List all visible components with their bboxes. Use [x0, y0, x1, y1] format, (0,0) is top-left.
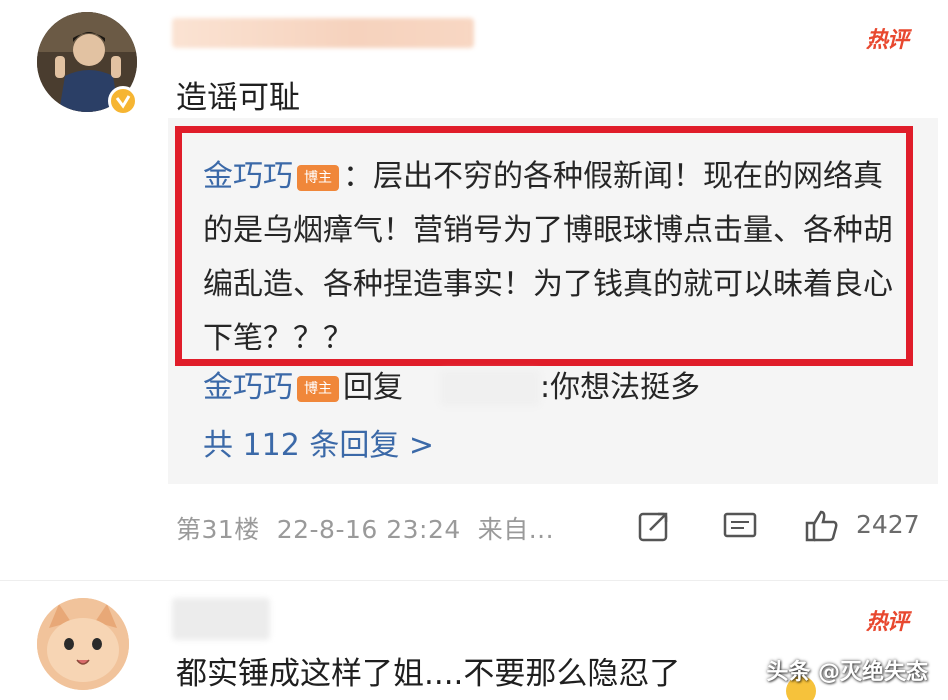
hot-comment-label: 热评 [866, 28, 909, 53]
thumbs-up-icon[interactable] [804, 508, 840, 544]
avatar[interactable] [37, 598, 129, 690]
quoted-reply: 金巧巧 博主 ：层出不穷的各种假新闻！现在的网络真的是乌烟瘴气！营销号为了博眼球博点… [203, 150, 903, 366]
cat-avatar-image [37, 598, 129, 690]
reply-target-blurred[interactable] [440, 370, 540, 406]
timestamp: 22-8-16 23:24 [276, 515, 461, 544]
blogger-badge: 博主 [297, 376, 339, 402]
more-replies-link[interactable]: 共 112 条回复 > [203, 424, 434, 468]
second-reply: 金巧巧 博主 回复 [203, 366, 403, 410]
username-blurred[interactable] [172, 18, 474, 48]
second-reply-text: :你想法挺多 [540, 370, 701, 405]
divider [0, 580, 948, 581]
comment-meta: 第31楼 22-8-16 23:24 来自... [176, 510, 554, 546]
blogger-badge: 博主 [297, 165, 339, 191]
reply-author-link[interactable]: 金巧巧 [203, 159, 293, 194]
reply-author-link[interactable]: 金巧巧 [203, 370, 293, 405]
reply-action-text: 回复 [343, 370, 403, 405]
like-count: 2427 [856, 510, 920, 539]
verified-badge-icon [108, 86, 138, 116]
comment-icon[interactable] [722, 508, 758, 544]
source-text: 来自... [477, 515, 555, 544]
hot-comment-label: 热评 [866, 610, 909, 635]
share-icon[interactable] [636, 508, 672, 544]
watermark: 头条 @灭绝失态 [766, 660, 928, 685]
comment-text: 造谣可耻 [176, 80, 300, 116]
comment-text: 都实锤成这样了姐....不要那么隐忍了 [176, 656, 681, 692]
username-blurred[interactable] [172, 598, 270, 640]
floor-number: 第31楼 [176, 515, 260, 544]
